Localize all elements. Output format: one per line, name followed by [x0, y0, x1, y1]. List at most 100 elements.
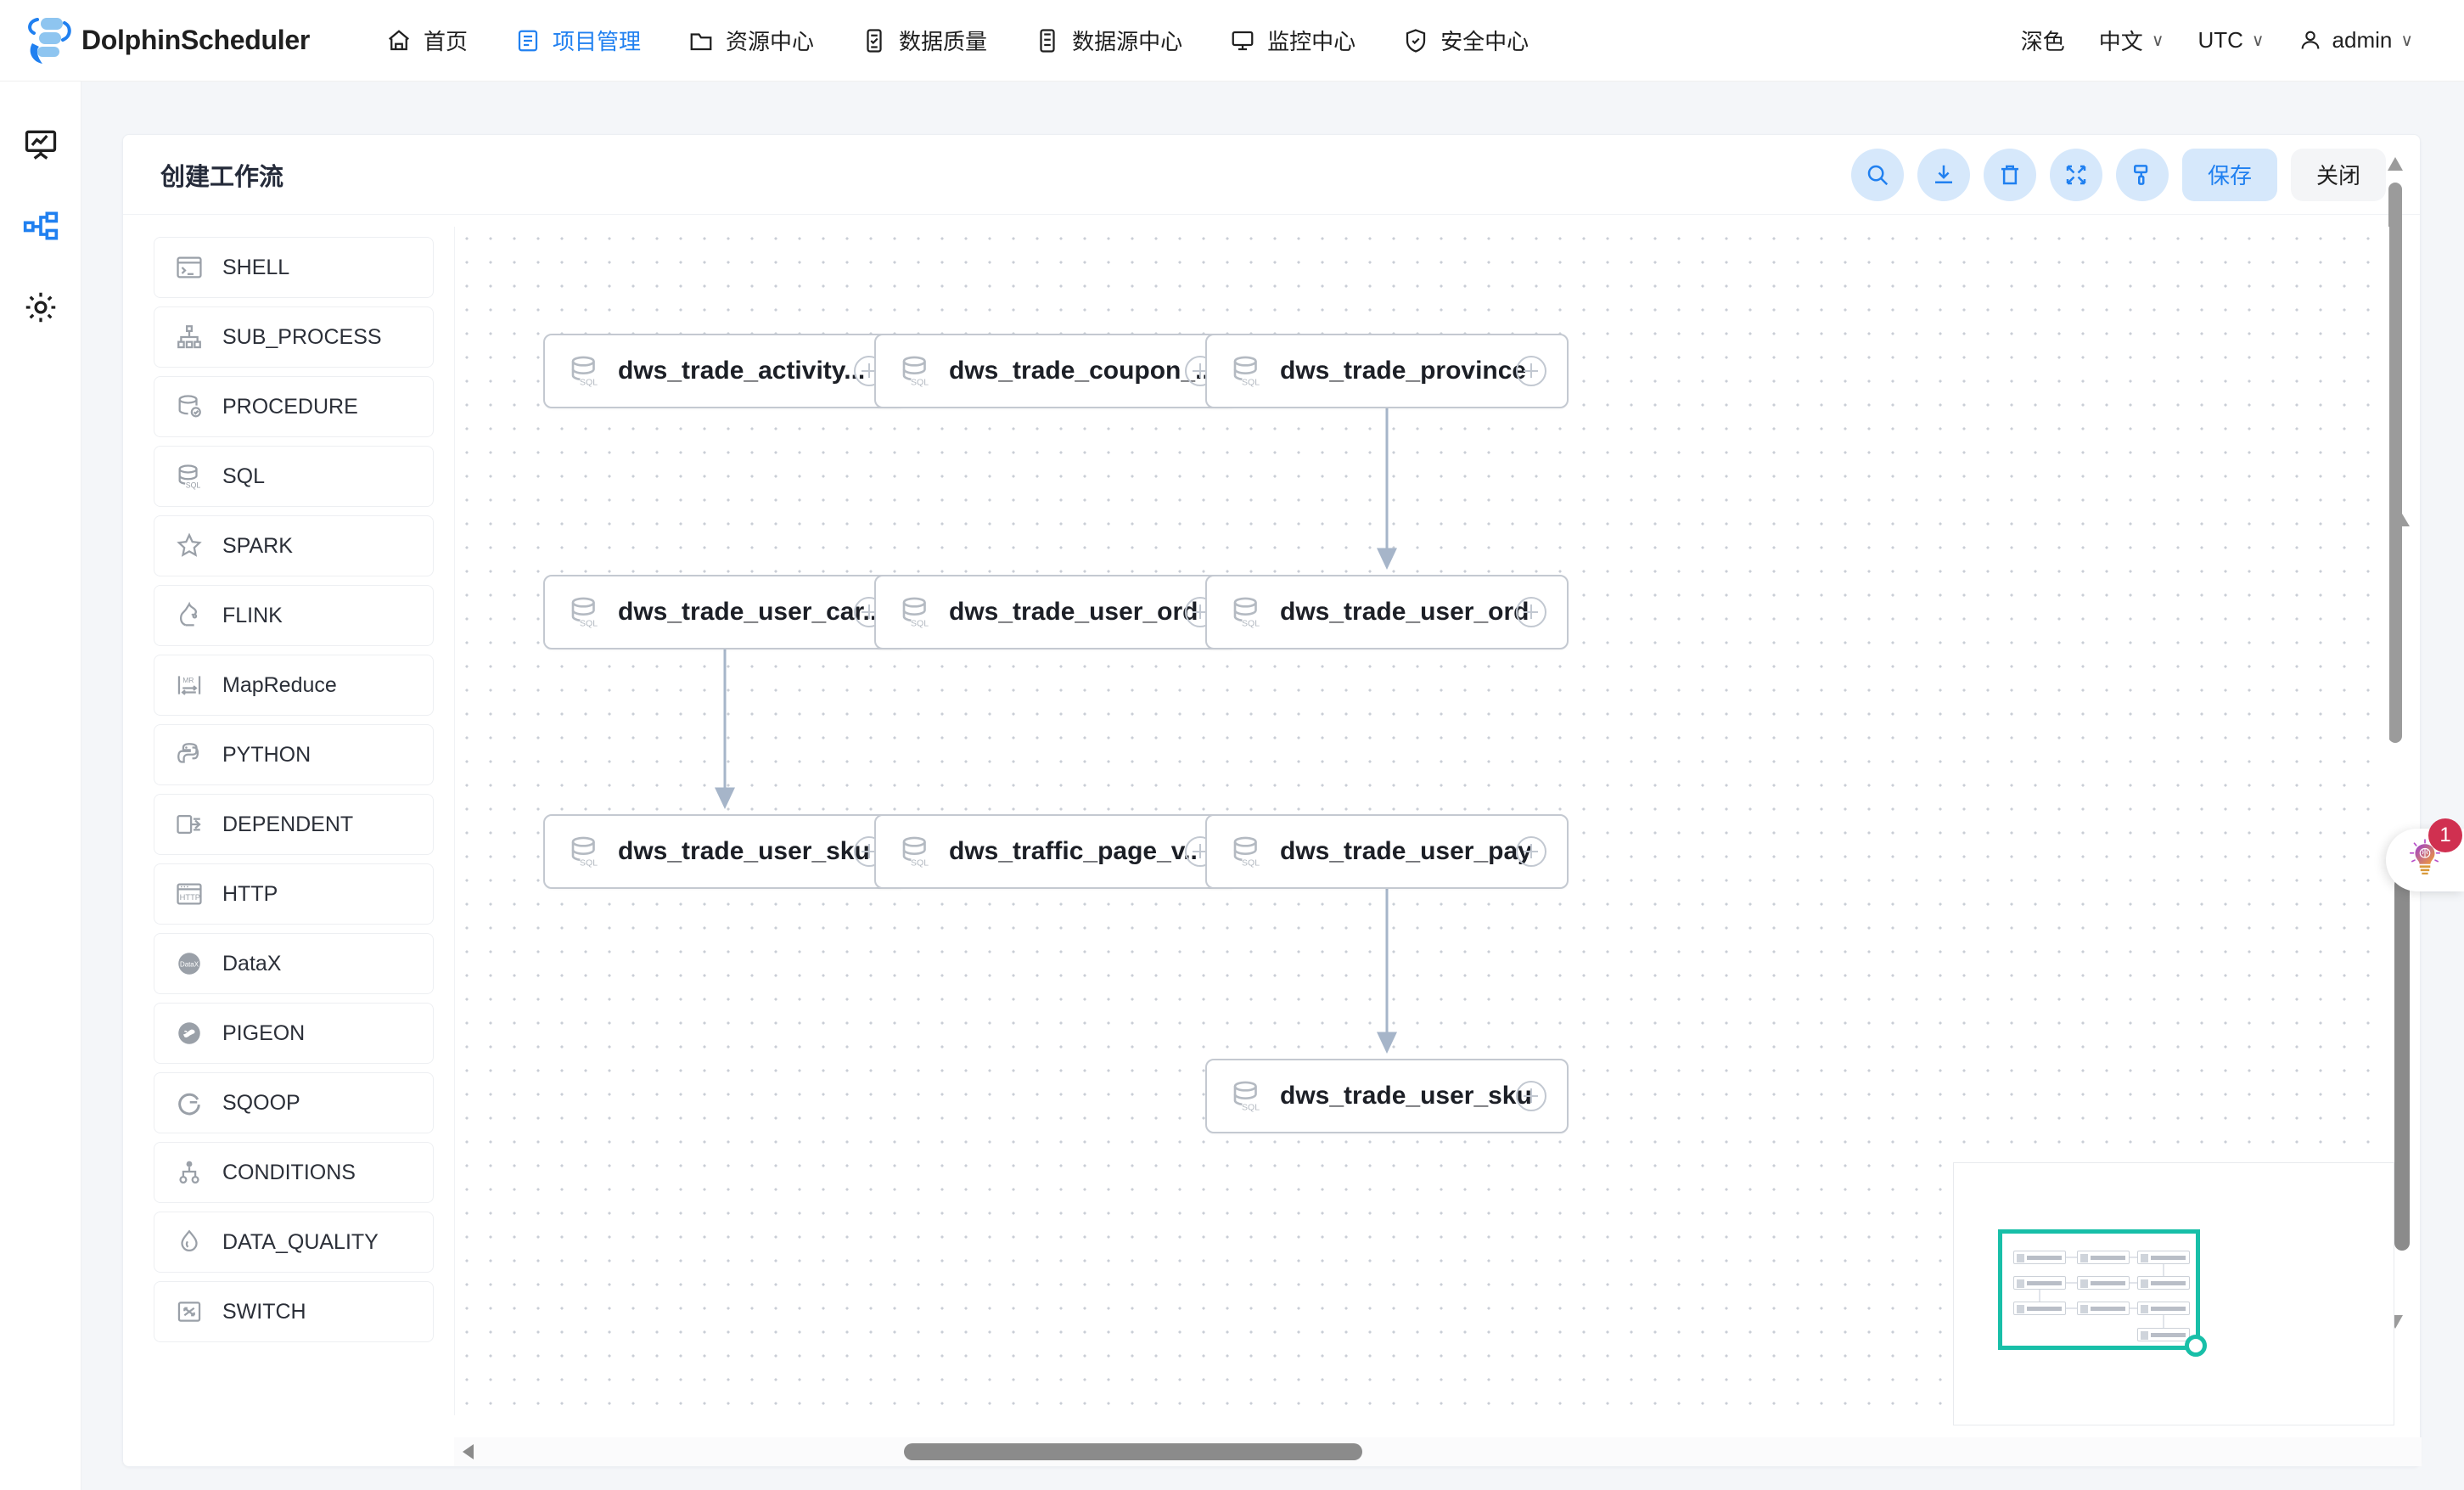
horizontal-scroll-thumb[interactable] [904, 1443, 1362, 1460]
workflow-node[interactable]: SQL dws_trade_user_car.. [543, 575, 906, 649]
nav-label-monitor: 监控中心 [1267, 29, 1356, 54]
sql-node-icon: SQL [898, 353, 934, 389]
page-title: 创建工作流 [160, 163, 284, 191]
workflow-node[interactable]: SQL dws_traffic_page_v.. [874, 814, 1238, 889]
nav-item-resource[interactable]: 资源中心 [665, 0, 838, 82]
task-type-sqoop[interactable]: SQOOP [154, 1072, 434, 1133]
dependent-icon [175, 810, 204, 839]
task-type-dependent[interactable]: DEPENDENT [154, 794, 434, 855]
add-downstream-icon[interactable] [1516, 356, 1546, 386]
sql-node-icon: SQL [1229, 594, 1265, 630]
workflow-node-label: dws_trade_user_car.. [618, 598, 878, 626]
timezone-label: UTC [2197, 27, 2243, 53]
workflow-node[interactable]: SQL dws_trade_province [1205, 334, 1569, 408]
dashboard-icon[interactable] [22, 126, 59, 163]
assistant-float-button[interactable]: 1 [2386, 818, 2464, 891]
task-type-procedure[interactable]: PROCEDURE [154, 376, 434, 437]
language-selector[interactable]: 中文 ∨ [2082, 25, 2181, 56]
add-downstream-icon[interactable] [1516, 597, 1546, 627]
user-menu[interactable]: admin ∨ [2282, 27, 2430, 53]
shell-icon [175, 253, 204, 282]
project-icon [515, 28, 541, 53]
task-type-flink[interactable]: FLINK [154, 585, 434, 646]
task-type-sub_process[interactable]: SUB_PROCESS [154, 306, 434, 368]
python-icon [175, 740, 204, 769]
canvas-scroll-up-arrow-icon[interactable] [2394, 514, 2410, 526]
workflow-node[interactable]: SQL dws_trade_user_sku [1205, 1059, 1569, 1133]
notification-badge: 1 [2428, 818, 2462, 852]
workflow-node[interactable]: SQL dws_trade_activity... [543, 334, 906, 408]
nav-item-monitor[interactable]: 监控中心 [1206, 0, 1379, 82]
sql-node-icon: SQL [898, 594, 934, 630]
svg-text:SQL: SQL [580, 618, 598, 628]
workflow-node-label: dws_trade_activity... [618, 357, 866, 385]
task-type-palette: SHELL SUB_PROCESS PROCEDURE SQL SQL SPARK FLIN… [123, 215, 454, 1468]
canvas-vertical-scrollbar[interactable] [2394, 877, 2410, 1251]
svg-text:SQL: SQL [911, 618, 929, 628]
task-type-http[interactable]: HTTP HTTP [154, 863, 434, 925]
workflow-node-label: dws_traffic_page_v.. [949, 837, 1198, 865]
task-type-python[interactable]: PYTHON [154, 724, 434, 785]
task-type-conditions[interactable]: CONDITIONS [154, 1142, 434, 1203]
nav-items: 首页 项目管理 资源中心 数据质量 数据源中心 监控中心 安全中心 [362, 0, 1552, 82]
nav-item-project[interactable]: 项目管理 [491, 0, 665, 82]
page-body: 创建工作流 保存 关闭 SHELL SUB_PROCESS PROCEDURE … [81, 82, 2464, 1490]
download-icon[interactable] [1917, 148, 1970, 201]
workflow-node[interactable]: SQL dws_trade_coupon_.. [874, 334, 1238, 408]
task-type-shell[interactable]: SHELL [154, 237, 434, 298]
home-icon [386, 28, 412, 53]
task-type-spark[interactable]: SPARK [154, 515, 434, 576]
brand[interactable]: DolphinScheduler [22, 14, 310, 67]
fullscreen-icon[interactable] [2049, 148, 2102, 201]
task-type-label: PIGEON [222, 1021, 306, 1045]
search-icon[interactable] [1850, 148, 1904, 201]
nav-item-security[interactable]: 安全中心 [1379, 0, 1552, 82]
scroll-up-arrow-icon[interactable] [2388, 157, 2403, 171]
workflow-node[interactable]: SQL dws_trade_user_sku [543, 814, 906, 889]
trash-icon[interactable] [1983, 148, 2036, 201]
timezone-selector[interactable]: UTC ∨ [2181, 27, 2281, 53]
task-type-pigeon[interactable]: PIGEON [154, 1003, 434, 1064]
save-button[interactable]: 保存 [2181, 148, 2277, 201]
nav-item-home[interactable]: 首页 [362, 0, 491, 82]
workflow-node-label: dws_trade_user_pay [1280, 837, 1532, 865]
minimap-resize-handle[interactable] [2185, 1335, 2207, 1357]
task-type-label: FLINK [222, 603, 283, 627]
nav-item-data-quality[interactable]: 数据质量 [838, 0, 1011, 82]
task-type-switch[interactable]: SWITCH [154, 1281, 434, 1342]
sql-node-icon: SQL [898, 834, 934, 869]
minimap[interactable] [1953, 1162, 2394, 1425]
task-type-data_quality[interactable]: DATA_QUALITY [154, 1212, 434, 1273]
user-icon [2298, 28, 2324, 53]
nav-label-security: 安全中心 [1440, 29, 1529, 54]
workflow-relation-icon[interactable] [22, 207, 59, 245]
folder-icon [688, 28, 714, 53]
task-type-label: SHELL [222, 255, 290, 279]
format-icon[interactable] [2115, 148, 2169, 201]
close-button[interactable]: 关闭 [2290, 148, 2386, 201]
gear-icon[interactable] [22, 289, 59, 326]
svg-text:SQL: SQL [580, 857, 598, 868]
task-type-mapreduce[interactable]: MR MapReduce [154, 655, 434, 716]
workflow-node[interactable]: SQL dws_trade_user_ord [1205, 575, 1569, 649]
data-quality-icon [862, 28, 887, 53]
add-downstream-icon[interactable] [1516, 1081, 1546, 1111]
minimap-viewport[interactable] [1998, 1229, 2207, 1357]
workflow-node[interactable]: SQL dws_trade_user_pay [1205, 814, 1569, 889]
sql-node-icon: SQL [1229, 834, 1265, 869]
sql-node-icon: SQL [567, 594, 603, 630]
theme-toggle[interactable]: 深色 [2004, 25, 2082, 56]
nav-item-datasource[interactable]: 数据源中心 [1011, 0, 1206, 82]
canvas-horizontal-scrollbar[interactable] [454, 1437, 2422, 1466]
svg-text:SQL: SQL [186, 481, 201, 489]
scroll-left-arrow-icon[interactable] [463, 1444, 474, 1459]
task-type-sql[interactable]: SQL SQL [154, 446, 434, 507]
workflow-node[interactable]: SQL dws_trade_user_ord [874, 575, 1238, 649]
left-rail [0, 82, 81, 1490]
task-type-datax[interactable]: DataX DataX [154, 933, 434, 994]
svg-text:DataX: DataX [180, 960, 199, 968]
svg-text:SQL: SQL [1242, 1102, 1260, 1112]
sql-node-icon: SQL [567, 834, 603, 869]
theme-label: 深色 [2020, 29, 2065, 54]
add-downstream-icon[interactable] [1516, 836, 1546, 867]
